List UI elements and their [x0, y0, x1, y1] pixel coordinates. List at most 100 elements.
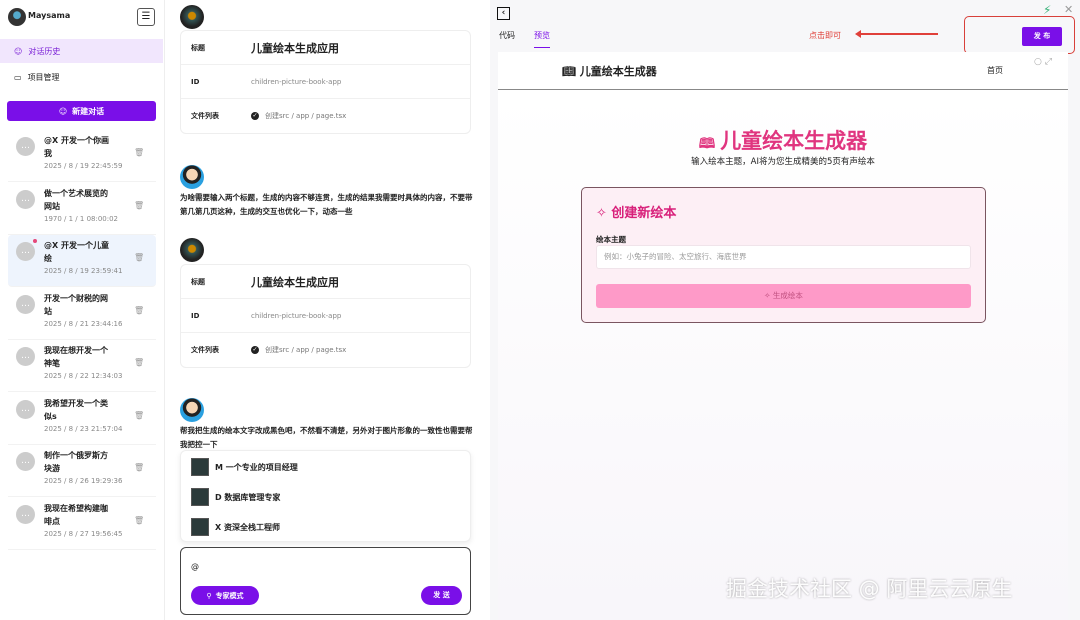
conversation-item[interactable]: … 我现在希望构建咖啡点 2025 / 8 / 27 19:56:45 🗑︎ — [8, 498, 156, 550]
tab-code[interactable]: 代码 — [499, 30, 515, 41]
conversation-item[interactable]: …做一个艺术展览的网站1970 / 1 / 1 08:00:02🗑︎ — [8, 183, 156, 235]
conversation-item[interactable]: …我希望开发一个类似s2025 / 8 / 23 21:57:04🗑︎ — [8, 393, 156, 445]
send-button[interactable]: 发 送 — [421, 586, 462, 605]
trash-icon[interactable]: 🗑︎ — [134, 201, 144, 210]
nav-project-management[interactable]: ▭ 项目管理 — [0, 65, 163, 89]
input-value[interactable]: @ — [191, 562, 199, 571]
file-entry[interactable]: 创建src / app / page.tsx — [265, 345, 346, 355]
agent-option-fullstack[interactable]: X 资深全栈工程师 — [181, 513, 470, 541]
conversation-item[interactable]: …@X 开发一个你画我2025 / 8 / 19 22:45:59🗑︎ — [8, 130, 156, 182]
project-title: 儿童绘本生成应用 — [251, 274, 339, 290]
nav-label: 对话历史 — [28, 46, 60, 57]
agent-avatar — [180, 5, 204, 29]
message-input[interactable]: @ ⚲专家模式 发 送 — [180, 547, 471, 615]
back-icon[interactable]: ‹ — [497, 7, 510, 20]
id-label: ID — [191, 78, 251, 86]
watermark: 掘金技术社区 @ 阿里云云原生 — [726, 573, 1012, 603]
form-title-text: 创建新绘本 — [611, 206, 676, 221]
expert-mode-button[interactable]: ⚲专家模式 — [191, 586, 259, 605]
agent-label: M 一个专业的项目经理 — [215, 462, 298, 473]
project-card: 标题儿童绘本生成应用 IDchildren-picture-book-app 文… — [180, 264, 471, 368]
conversation-time: 2025 / 8 / 26 19:29:36 — [44, 477, 122, 485]
bolt-icon[interactable]: ⚡ — [1043, 3, 1051, 17]
agent-label: D 数据库管理专家 — [215, 492, 280, 503]
robot-icon — [191, 518, 209, 536]
conversation-title: 我现在希望构建咖啡点 — [44, 502, 109, 528]
conversation-title: @X 开发一个儿童绘 — [44, 239, 109, 265]
conversation-item[interactable]: …开发一个财税的网站2025 / 8 / 21 23:44:16🗑︎ — [8, 288, 156, 340]
tab-preview[interactable]: 预览 — [534, 30, 550, 48]
chat-icon: ☺ — [59, 107, 67, 116]
title-label: 标题 — [191, 277, 251, 287]
new-chat-button[interactable]: ☺ 新建对话 — [7, 101, 156, 121]
form-title: ✧ 创建新绘本 — [596, 202, 676, 221]
trash-icon[interactable]: 🗑︎ — [134, 463, 144, 472]
book-icon: 🕮︎ — [699, 136, 720, 152]
agent-avatar — [180, 238, 204, 262]
chat-bubble-icon: … — [16, 295, 35, 314]
topic-input[interactable]: 例如：小兔子的冒险、太空旅行、海底世界 — [596, 245, 971, 269]
conversation-title: 我现在想开发一个神笔 — [44, 344, 109, 370]
conversation-title: @X 开发一个你画我 — [44, 134, 109, 160]
nav-title-text: 儿童绘本生成器 — [580, 65, 657, 78]
expert-icon: ⚲ — [206, 592, 211, 600]
nav-chat-history[interactable]: ☺对话历史 — [0, 39, 163, 63]
project-card: 标题儿童绘本生成应用 IDchildren-picture-book-app 文… — [180, 30, 471, 134]
collapse-menu-button[interactable]: ☰ — [137, 8, 155, 26]
agent-label: X 资深全栈工程师 — [215, 522, 280, 533]
trash-icon[interactable]: 🗑︎ — [134, 306, 144, 315]
trash-icon[interactable]: 🗑︎ — [134, 253, 144, 262]
preview-body: 🕮︎ 儿童绘本生成器 输入绘本主题，AI将为您生成精美的5页有声绘本 ✧ 创建新… — [498, 91, 1068, 620]
brand-name: Maysama — [28, 11, 70, 20]
trash-icon[interactable]: 🗑︎ — [134, 411, 144, 420]
chat-bubble-icon: … — [16, 190, 35, 209]
conversation-title: 我希望开发一个类似s — [44, 397, 109, 423]
user-avatar — [180, 398, 204, 422]
agent-option-pm[interactable]: M 一个专业的项目经理 — [181, 453, 470, 481]
chat-bubble-icon: … — [16, 400, 35, 419]
conversation-time: 2025 / 8 / 19 22:45:59 — [44, 162, 122, 170]
files-label: 文件列表 — [191, 111, 251, 121]
hero-title: 🕮︎ 儿童绘本生成器 — [498, 125, 1068, 157]
annotation-arrow-icon — [860, 33, 938, 35]
title-label: 标题 — [191, 43, 251, 53]
project-id: children-picture-book-app — [251, 312, 341, 320]
trash-icon[interactable]: 🗑︎ — [134, 358, 144, 367]
files-label: 文件列表 — [191, 345, 251, 355]
create-book-form: ✧ 创建新绘本 绘本主题 例如：小兔子的冒险、太空旅行、海底世界 ✧ 生成绘本 — [581, 187, 986, 323]
close-icon[interactable]: ✕ — [1064, 3, 1073, 16]
conversation-time: 2025 / 8 / 27 19:56:45 — [44, 530, 122, 538]
agent-mention-dropdown: M 一个专业的项目经理 D 数据库管理专家 X 资深全栈工程师 — [180, 450, 471, 542]
trash-icon[interactable]: 🗑︎ — [134, 148, 144, 157]
hero-text: 儿童绘本生成器 — [720, 129, 867, 153]
conversation-item[interactable]: …制作一个俄罗斯方块游2025 / 8 / 26 19:29:36🗑︎ — [8, 445, 156, 497]
annotation-text: 点击即可 — [809, 30, 841, 41]
agent-option-db[interactable]: D 数据库管理专家 — [181, 483, 470, 511]
chat-panel: 标题儿童绘本生成应用 IDchildren-picture-book-app 文… — [166, 0, 490, 620]
check-icon: ✓ — [251, 346, 259, 354]
folder-icon: ▭ — [14, 73, 22, 82]
project-title: 儿童绘本生成应用 — [251, 40, 339, 56]
conversation-time: 2025 / 8 / 19 23:59:41 — [44, 267, 122, 275]
conversation-item[interactable]: …我现在想开发一个神笔2025 / 8 / 22 12:34:03🗑︎ — [8, 340, 156, 392]
generate-button[interactable]: ✧ 生成绘本 — [596, 284, 971, 308]
avatar[interactable] — [8, 8, 26, 26]
sidebar: Maysama ☰ ☺对话历史 ▭ 项目管理 ☺ 新建对话 … @X 开发一个你画我 2… — [0, 0, 165, 620]
fullscreen-icon[interactable]: ⤢ — [1045, 57, 1052, 67]
new-chat-label: 新建对话 — [72, 106, 104, 117]
chat-bubble-icon: … — [16, 347, 35, 366]
generate-label: 生成绘本 — [773, 291, 803, 300]
preview-nav-home[interactable]: 首页 — [987, 65, 1003, 76]
trash-icon[interactable]: 🗑︎ — [134, 516, 144, 525]
chat-bubble-icon: … — [16, 242, 35, 261]
nav-label: 项目管理 — [28, 72, 60, 83]
conversation-title: 制作一个俄罗斯方块游 — [44, 449, 109, 475]
preview-navbar: 📖︎ 儿童绘本生成器 首页 ○ ⤢ — [498, 52, 1068, 90]
file-entry[interactable]: 创建src / app / page.tsx — [265, 111, 346, 121]
publish-button[interactable]: 发 布 — [1022, 27, 1062, 46]
check-icon: ✓ — [251, 112, 259, 120]
chat-bubble-icon: … — [16, 505, 35, 524]
refresh-icon[interactable]: ○ ⤢ — [1034, 57, 1052, 67]
conversation-item[interactable]: … @X 开发一个儿童绘 2025 / 8 / 19 23:59:41 🗑︎ — [8, 235, 156, 287]
robot-icon — [191, 458, 209, 476]
